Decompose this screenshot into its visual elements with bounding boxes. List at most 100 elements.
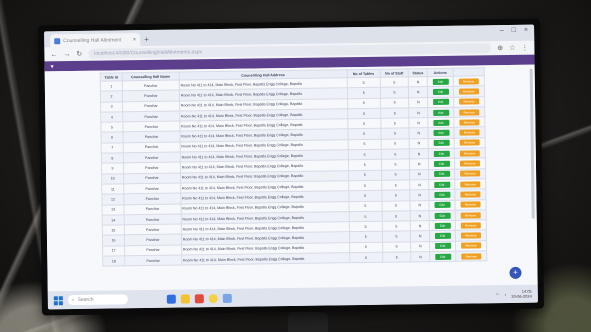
remove-cell: Remove [453,137,486,149]
table-cell: 13 [102,204,125,216]
edit-button[interactable]: Edit [434,232,451,240]
search-placeholder: Search [77,296,94,303]
edit-button[interactable]: Edit [434,253,451,260]
table-cell: N [409,158,429,170]
table-cell: 5 [381,159,410,170]
remove-button[interactable]: Remove [459,129,480,136]
table-cell: N [410,251,431,263]
table-cell: 16 [102,235,125,246]
remove-cell: Remove [455,250,487,262]
remove-button[interactable]: Remove [460,242,482,250]
new-tab-icon[interactable]: + [144,33,149,46]
table-cell: 14 [102,214,125,226]
table-cell: 5 [382,241,411,253]
edit-cell: Edit [427,96,454,108]
table-cell: 9 [101,163,124,174]
table-cell: N [410,200,430,211]
table-cell: 5 [380,107,410,119]
app-icon[interactable] [222,293,232,303]
table-cell: 5 [349,231,383,243]
table-cell: 5 [348,211,382,222]
screen: Counselling Hall Allotment × + – □ × ← →… [44,24,538,310]
remove-button[interactable]: Remove [460,191,481,198]
edit-button[interactable]: Edit [433,150,450,157]
forward-icon[interactable]: → [63,51,70,58]
edit-cell: Edit [429,230,456,242]
remove-button[interactable]: Remove [460,232,481,239]
edit-button[interactable]: Edit [434,201,451,209]
file-explorer-icon[interactable] [180,293,190,304]
remove-button[interactable]: Remove [459,139,480,147]
remove-button[interactable]: Remove [460,201,481,208]
table-cell: 11 [101,183,124,195]
edit-cell: Edit [429,189,455,201]
table-cell: 5 [380,118,410,129]
edit-button[interactable]: Edit [433,181,450,188]
edit-button[interactable]: Edit [434,212,451,219]
store-icon[interactable] [194,293,204,303]
remove-button[interactable]: Remove [459,119,480,126]
remove-button[interactable]: Remove [459,170,481,177]
edit-button[interactable]: Edit [432,109,449,116]
edit-cell: Edit [428,148,455,159]
table-cell: N [409,128,429,139]
menu-dots-icon[interactable]: ⋮ [521,44,528,52]
edit-cell: Edit [428,158,455,170]
clock[interactable]: 14:05 20-06-2024 [511,289,532,299]
edit-button[interactable]: Edit [432,88,449,95]
remove-button[interactable]: Remove [458,88,479,95]
taskbar-search[interactable]: ⌕ Search [67,294,128,306]
edit-button[interactable]: Edit [434,243,451,250]
table-cell: 5 [381,210,411,222]
remove-button[interactable]: Remove [461,253,482,260]
remove-button[interactable]: Remove [459,150,480,157]
reload-icon[interactable]: ↻ [76,50,82,58]
add-fab-button[interactable]: + [509,266,522,279]
close-tab-icon[interactable]: × [133,37,137,43]
remove-button[interactable]: Remove [459,160,480,167]
table-cell: 5 [381,169,410,181]
remove-cell: Remove [453,86,485,97]
edit-button[interactable]: Edit [432,99,449,106]
edit-button[interactable]: Edit [434,222,451,229]
windows-start-icon[interactable] [53,295,63,305]
remove-button[interactable]: Remove [460,180,481,188]
table-cell: 5 [347,139,381,150]
taskbar-apps [166,293,232,304]
edge-icon[interactable] [166,294,176,304]
collapse-chevron-icon[interactable]: ▾ [51,63,54,70]
edit-button[interactable]: Edit [433,160,450,168]
wifi-icon[interactable]: ◠ [496,292,500,297]
remove-button[interactable]: Remove [460,222,481,229]
browser-tab[interactable]: Counselling Hall Allotment × [50,33,141,48]
edit-button[interactable]: Edit [432,129,450,137]
back-icon[interactable]: ← [50,51,57,58]
table-cell: N [409,179,430,191]
edit-button[interactable]: Edit [433,140,450,147]
edit-button[interactable]: Edit [432,78,449,85]
edit-button[interactable]: Edit [432,119,449,126]
system-tray: ◠ ♪ 14:05 20-06-2024 [496,289,532,300]
remove-button[interactable]: Remove [460,211,481,219]
remove-button[interactable]: Remove [458,78,479,85]
table-cell: N [410,210,430,221]
edit-button[interactable]: Edit [433,171,450,178]
table-cell: 12 [101,194,125,205]
star-icon[interactable]: ☆ [509,44,515,52]
remove-button[interactable]: Remove [458,98,480,105]
zoom-icon[interactable]: ⊕ [497,44,503,52]
maximize-icon[interactable]: □ [512,27,516,34]
volume-icon[interactable]: ♪ [504,292,506,297]
chrome-icon[interactable] [208,293,218,303]
table-cell: 5 [347,87,381,99]
close-window-icon[interactable]: × [524,27,528,34]
remove-cell: Remove [454,199,487,211]
remove-cell: Remove [454,147,486,159]
table-cell: 5 [380,128,410,140]
table-cell: 5 [382,231,411,242]
remove-button[interactable]: Remove [459,108,480,116]
minimize-icon[interactable]: – [500,27,504,34]
edit-button[interactable]: Edit [433,191,450,198]
edit-cell: Edit [428,127,454,139]
table-cell: 5 [381,200,411,212]
